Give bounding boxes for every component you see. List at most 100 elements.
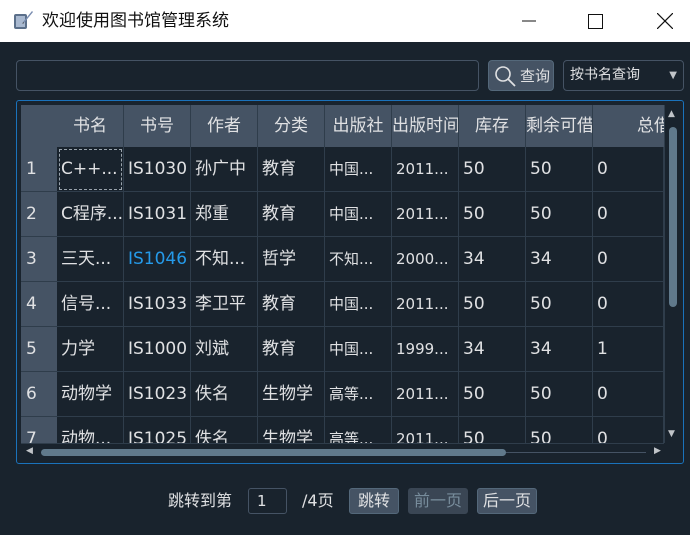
cell-pubdate[interactable]: 2011... bbox=[392, 282, 459, 327]
cell-available[interactable]: 34 bbox=[526, 327, 593, 372]
cell-stock[interactable]: 50 bbox=[459, 372, 526, 417]
cell-borrowed[interactable]: 0 bbox=[593, 237, 664, 282]
cell-title[interactable]: 力学 bbox=[57, 327, 124, 372]
column-header-pubdate[interactable]: 出版时间 bbox=[392, 105, 459, 147]
column-header-category[interactable]: 分类 bbox=[258, 105, 325, 147]
cell-stock[interactable]: 50 bbox=[459, 147, 526, 192]
cell-category[interactable]: 生物学 bbox=[258, 372, 325, 417]
cell-title[interactable]: 动物学 bbox=[57, 372, 124, 417]
horizontal-scroll-thumb[interactable] bbox=[41, 449, 506, 456]
cell-publisher[interactable]: 不知... bbox=[325, 237, 392, 282]
books-table[interactable]: 书名 书号 作者 分类 出版社 出版时间 库存 剩余可借 总借 1C++...I… bbox=[16, 100, 684, 464]
cell-available[interactable]: 50 bbox=[526, 192, 593, 237]
jump-button[interactable]: 跳转 bbox=[349, 488, 399, 514]
search-input[interactable] bbox=[16, 60, 479, 91]
table-corner[interactable] bbox=[21, 105, 57, 147]
vertical-scrollbar[interactable]: ▲ ▼ bbox=[664, 105, 680, 443]
cell-stock[interactable]: 34 bbox=[459, 237, 526, 282]
cell-borrowed[interactable]: 0 bbox=[593, 372, 664, 417]
cell-stock[interactable]: 50 bbox=[459, 282, 526, 327]
page-number-input[interactable] bbox=[248, 488, 287, 514]
cell-publisher[interactable]: 高等... bbox=[325, 372, 392, 417]
cell-isbn[interactable]: IS1033 bbox=[124, 282, 191, 327]
row-header[interactable]: 2 bbox=[21, 192, 57, 237]
cell-category[interactable]: 生物学 bbox=[258, 417, 325, 443]
cell-pubdate[interactable]: 2011... bbox=[392, 147, 459, 192]
search-mode-select[interactable]: 按书名查询 ▼ bbox=[563, 60, 684, 91]
minimize-button[interactable] bbox=[506, 0, 552, 42]
cell-title[interactable]: C++... bbox=[57, 147, 124, 192]
cell-title[interactable]: C程序... bbox=[57, 192, 124, 237]
cell-available[interactable]: 34 bbox=[526, 237, 593, 282]
cell-pubdate[interactable]: 2000... bbox=[392, 237, 459, 282]
row-header[interactable]: 6 bbox=[21, 372, 57, 417]
table-row[interactable]: 3 三天... IS1046 不知... 哲学 不知... 2000... 34 34 0 bbox=[21, 237, 664, 282]
cell-isbn[interactable]: IS1025 bbox=[124, 417, 191, 443]
cell-author[interactable]: 佚名 bbox=[191, 372, 258, 417]
cell-isbn[interactable]: IS1031 bbox=[124, 192, 191, 237]
row-header[interactable]: 5 bbox=[21, 327, 57, 372]
cell-isbn[interactable]: IS1023 bbox=[124, 372, 191, 417]
scroll-up-icon[interactable]: ▲ bbox=[668, 109, 675, 119]
cell-publisher[interactable]: 高等... bbox=[325, 417, 392, 443]
cell-borrowed[interactable]: 0 bbox=[593, 147, 664, 192]
table-row[interactable]: 7 动物... IS1025 佚名 生物学 高等... 2011... 50 50 0 bbox=[21, 417, 664, 443]
cell-title[interactable]: 动物... bbox=[57, 417, 124, 443]
cell-category[interactable]: 教育 bbox=[258, 147, 325, 192]
cell-author[interactable]: 李卫平 bbox=[191, 282, 258, 327]
vertical-scroll-thumb[interactable] bbox=[669, 127, 677, 307]
column-header-author[interactable]: 作者 bbox=[191, 105, 258, 147]
column-header-borrowed[interactable]: 总借 bbox=[593, 105, 664, 147]
cell-available[interactable]: 50 bbox=[526, 417, 593, 443]
row-header[interactable]: 1 bbox=[21, 147, 57, 192]
cell-author[interactable]: 郑重 bbox=[191, 192, 258, 237]
scroll-left-icon[interactable]: ◀ bbox=[26, 446, 33, 456]
cell-category[interactable]: 教育 bbox=[258, 282, 325, 327]
maximize-button[interactable] bbox=[572, 0, 618, 42]
row-header[interactable]: 7 bbox=[21, 417, 57, 443]
cell-publisher[interactable]: 中国... bbox=[325, 327, 392, 372]
cell-pubdate[interactable]: 2011... bbox=[392, 372, 459, 417]
table-row[interactable]: 5 力学 IS1000 刘斌 教育 中国... 1999... 34 34 1 bbox=[21, 327, 664, 372]
cell-publisher[interactable]: 中国... bbox=[325, 192, 392, 237]
cell-stock[interactable]: 34 bbox=[459, 327, 526, 372]
column-header-stock[interactable]: 库存 bbox=[459, 105, 526, 147]
cell-available[interactable]: 50 bbox=[526, 147, 593, 192]
cell-category[interactable]: 哲学 bbox=[258, 237, 325, 282]
column-header-available[interactable]: 剩余可借 bbox=[526, 105, 593, 147]
cell-pubdate[interactable]: 2011... bbox=[392, 417, 459, 443]
row-header[interactable]: 4 bbox=[21, 282, 57, 327]
horizontal-scrollbar[interactable]: ◀ ▶ bbox=[21, 443, 664, 459]
cell-borrowed[interactable]: 0 bbox=[593, 282, 664, 327]
row-header[interactable]: 3 bbox=[21, 237, 57, 282]
table-row[interactable]: 1 C++... IS1030 孙广中 教育 中国... 2011... 50 50 0 bbox=[21, 147, 664, 192]
cell-stock[interactable]: 50 bbox=[459, 417, 526, 443]
close-button[interactable] bbox=[642, 0, 688, 42]
cell-author[interactable]: 佚名 bbox=[191, 417, 258, 443]
cell-author[interactable]: 刘斌 bbox=[191, 327, 258, 372]
cell-borrowed[interactable]: 1 bbox=[593, 327, 664, 372]
cell-available[interactable]: 50 bbox=[526, 372, 593, 417]
column-header-isbn[interactable]: 书号 bbox=[124, 105, 191, 147]
scroll-right-icon[interactable]: ▶ bbox=[654, 446, 661, 456]
cell-isbn[interactable]: IS1046 bbox=[124, 237, 191, 282]
cell-isbn[interactable]: IS1000 bbox=[124, 327, 191, 372]
cell-borrowed[interactable]: 0 bbox=[593, 417, 664, 443]
table-row[interactable]: 6 动物学 IS1023 佚名 生物学 高等... 2011... 50 50 0 bbox=[21, 372, 664, 417]
table-row[interactable]: 4 信号... IS1033 李卫平 教育 中国... 2011... 50 50 0 bbox=[21, 282, 664, 327]
cell-pubdate[interactable]: 1999... bbox=[392, 327, 459, 372]
table-row[interactable]: 2 C程序... IS1031 郑重 教育 中国... 2011... 50 50 0 bbox=[21, 192, 664, 237]
cell-stock[interactable]: 50 bbox=[459, 192, 526, 237]
cell-publisher[interactable]: 中国... bbox=[325, 147, 392, 192]
query-button[interactable]: 查询 bbox=[488, 60, 554, 91]
cell-author[interactable]: 不知... bbox=[191, 237, 258, 282]
cell-available[interactable]: 50 bbox=[526, 282, 593, 327]
column-header-publisher[interactable]: 出版社 bbox=[325, 105, 392, 147]
next-page-button[interactable]: 后一页 bbox=[477, 488, 537, 514]
cell-title[interactable]: 三天... bbox=[57, 237, 124, 282]
cell-publisher[interactable]: 中国... bbox=[325, 282, 392, 327]
cell-category[interactable]: 教育 bbox=[258, 327, 325, 372]
column-header-title[interactable]: 书名 bbox=[57, 105, 124, 147]
cell-author[interactable]: 孙广中 bbox=[191, 147, 258, 192]
cell-borrowed[interactable]: 0 bbox=[593, 192, 664, 237]
